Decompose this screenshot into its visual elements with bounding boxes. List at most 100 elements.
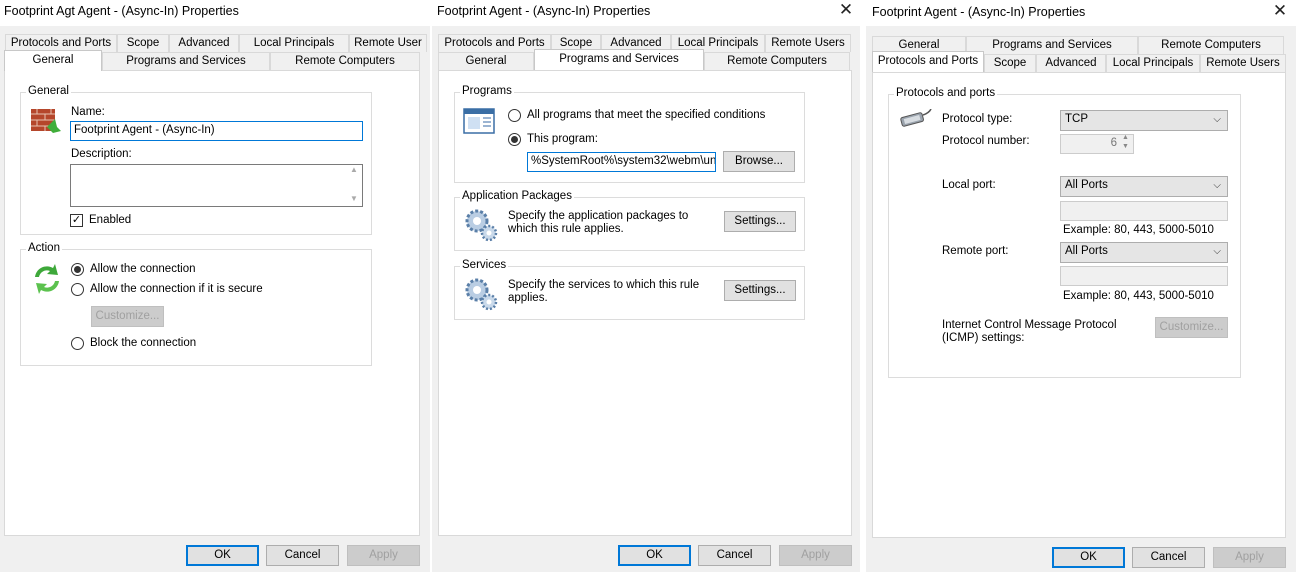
description-textarea[interactable] xyxy=(70,164,363,207)
protocol-number-value: 6 xyxy=(1110,137,1117,149)
icmp-label-line2: (ICMP) settings: xyxy=(942,332,1025,344)
protocols-ports-group-label: Protocols and ports xyxy=(894,87,998,99)
chevron-down-icon: ⌵ xyxy=(1213,246,1221,257)
icmp-label-line1: Internet Control Message Protocol xyxy=(942,319,1117,331)
apply-button[interactable]: Apply xyxy=(1213,547,1286,568)
all-programs-label: All programs that meet the specified con… xyxy=(527,109,766,121)
action-group-label: Action xyxy=(26,242,62,254)
apply-button[interactable]: Apply xyxy=(779,545,852,566)
dialog-general: Footprint Agt Agent - (Async-In) Propert… xyxy=(0,0,430,572)
protocol-type-value: TCP xyxy=(1065,113,1088,125)
tab-scope[interactable]: Scope xyxy=(117,34,169,52)
block-radio[interactable] xyxy=(71,337,84,350)
name-label: Name: xyxy=(71,106,105,118)
local-port-label: Local port: xyxy=(942,179,996,191)
services-text: Specify the services to which this rule … xyxy=(508,279,700,304)
allow-secure-radio[interactable] xyxy=(71,283,84,296)
network-cable-icon xyxy=(900,109,932,127)
all-programs-radio[interactable] xyxy=(508,109,521,122)
chevron-down-icon: ⌵ xyxy=(1213,114,1221,125)
local-port-example: Example: 80, 443, 5000-5010 xyxy=(1063,224,1214,236)
customize-button[interactable]: Customize... xyxy=(91,306,164,327)
tab-panel: Programs All programs that meet the spec… xyxy=(438,70,852,536)
tab-remote-computers[interactable]: Remote Computers xyxy=(1138,36,1284,54)
ok-button[interactable]: OK xyxy=(186,545,259,566)
ok-button[interactable]: OK xyxy=(618,545,691,566)
remote-port-select[interactable]: All Ports ⌵ xyxy=(1060,242,1228,263)
tab-remote-users[interactable]: Remote Users xyxy=(1200,54,1286,72)
stepper-down-icon[interactable]: ▼ xyxy=(1122,143,1129,150)
tab-panel: General Name: Footprint Agent - (Async-I… xyxy=(4,70,420,536)
protocol-type-select[interactable]: TCP ⌵ xyxy=(1060,110,1228,131)
enabled-checkbox[interactable]: ✓ xyxy=(70,214,83,227)
enabled-label: Enabled xyxy=(89,214,132,226)
program-window-icon xyxy=(463,108,495,134)
scroll-up-arrow-icon[interactable]: ▲ xyxy=(350,165,358,174)
remote-port-input[interactable] xyxy=(1060,266,1228,286)
app-packages-group-label: Application Packages xyxy=(460,190,574,202)
tab-remote-computers[interactable]: Remote Computers xyxy=(704,52,850,70)
protocol-number-label: Protocol number: xyxy=(942,135,1030,147)
ok-button[interactable]: OK xyxy=(1052,547,1125,568)
stepper-up-icon[interactable]: ▲ xyxy=(1122,134,1129,141)
remote-port-value: All Ports xyxy=(1065,245,1108,257)
local-port-select[interactable]: All Ports ⌵ xyxy=(1060,176,1228,197)
browse-button[interactable]: Browse... xyxy=(723,151,795,172)
firewall-brick-icon xyxy=(31,109,61,133)
chevron-down-icon: ⌵ xyxy=(1213,180,1221,191)
description-label: Description: xyxy=(71,148,132,160)
tab-general[interactable]: General xyxy=(4,50,102,71)
app-packages-settings-button[interactable]: Settings... xyxy=(724,211,796,232)
close-icon[interactable]: ✕ xyxy=(1268,1,1292,23)
tab-remote-computers[interactable]: Remote Computers xyxy=(270,52,420,70)
window-title: Footprint Agent - (Async-In) Properties xyxy=(872,5,1086,19)
program-path-input[interactable]: %SystemRoot%\system32\webm\unse xyxy=(527,152,716,172)
scroll-down-arrow-icon[interactable]: ▼ xyxy=(350,194,358,203)
tab-general[interactable]: General xyxy=(438,52,534,70)
icmp-customize-button[interactable]: Customize... xyxy=(1155,317,1228,338)
this-program-radio[interactable] xyxy=(508,133,521,146)
programs-group-label: Programs xyxy=(460,85,514,97)
general-group-label: General xyxy=(26,85,71,97)
window-title: Footprint Agt Agent - (Async-In) Propert… xyxy=(4,4,239,18)
cancel-button[interactable]: Cancel xyxy=(698,545,771,566)
services-settings-button[interactable]: Settings... xyxy=(724,280,796,301)
remote-port-label: Remote port: xyxy=(942,245,1009,257)
allow-label: Allow the connection xyxy=(90,263,196,275)
services-group-label: Services xyxy=(460,259,509,271)
this-program-label: This program: xyxy=(527,133,598,145)
tab-remote-users[interactable]: Remote Users xyxy=(765,34,851,52)
title-bar: Footprint Agent - (Async-In) Properties … xyxy=(432,0,860,26)
tab-programs-services[interactable]: Programs and Services xyxy=(966,36,1138,54)
tab-local-principals[interactable]: Local Principals xyxy=(239,34,349,52)
tab-panel: Protocols and ports Protocol type: TCP ⌵… xyxy=(872,72,1286,538)
gear-icon xyxy=(465,278,498,311)
protocol-type-label: Protocol type: xyxy=(942,113,1013,125)
title-bar: Footprint Agent - (Async-In) Properties … xyxy=(866,0,1296,26)
allow-radio[interactable] xyxy=(71,263,84,276)
tab-scope[interactable]: Scope xyxy=(984,54,1036,72)
tab-programs-services[interactable]: Programs and Services xyxy=(534,49,704,70)
local-port-value: All Ports xyxy=(1065,179,1108,191)
title-bar: Footprint Agt Agent - (Async-In) Propert… xyxy=(0,0,430,26)
apply-button[interactable]: Apply xyxy=(347,545,420,566)
recycle-arrows-icon xyxy=(35,264,59,294)
gear-icon xyxy=(465,209,498,242)
dialog-protocols-ports: Footprint Agent - (Async-In) Properties … xyxy=(866,0,1296,572)
tab-protocols-ports[interactable]: Protocols and Ports xyxy=(872,51,984,72)
tab-remote-users[interactable]: Remote User xyxy=(349,34,427,52)
block-label: Block the connection xyxy=(90,337,197,349)
name-input[interactable]: Footprint Agent - (Async-In) xyxy=(70,121,363,141)
cancel-button[interactable]: Cancel xyxy=(266,545,339,566)
app-packages-text: Specify the application packages to whic… xyxy=(508,210,689,235)
local-port-input[interactable] xyxy=(1060,201,1228,221)
dialog-programs-services: Footprint Agent - (Async-In) Properties … xyxy=(432,0,860,572)
tab-programs-services[interactable]: Programs and Services xyxy=(102,52,270,70)
close-icon[interactable]: ✕ xyxy=(834,0,858,22)
remote-port-example: Example: 80, 443, 5000-5010 xyxy=(1063,290,1214,302)
tab-advanced[interactable]: Advanced xyxy=(169,34,239,52)
tab-local-principals[interactable]: Local Principals xyxy=(1106,54,1200,72)
tab-advanced[interactable]: Advanced xyxy=(1036,54,1106,72)
cancel-button[interactable]: Cancel xyxy=(1132,547,1205,568)
allow-secure-label: Allow the connection if it is secure xyxy=(90,283,263,295)
